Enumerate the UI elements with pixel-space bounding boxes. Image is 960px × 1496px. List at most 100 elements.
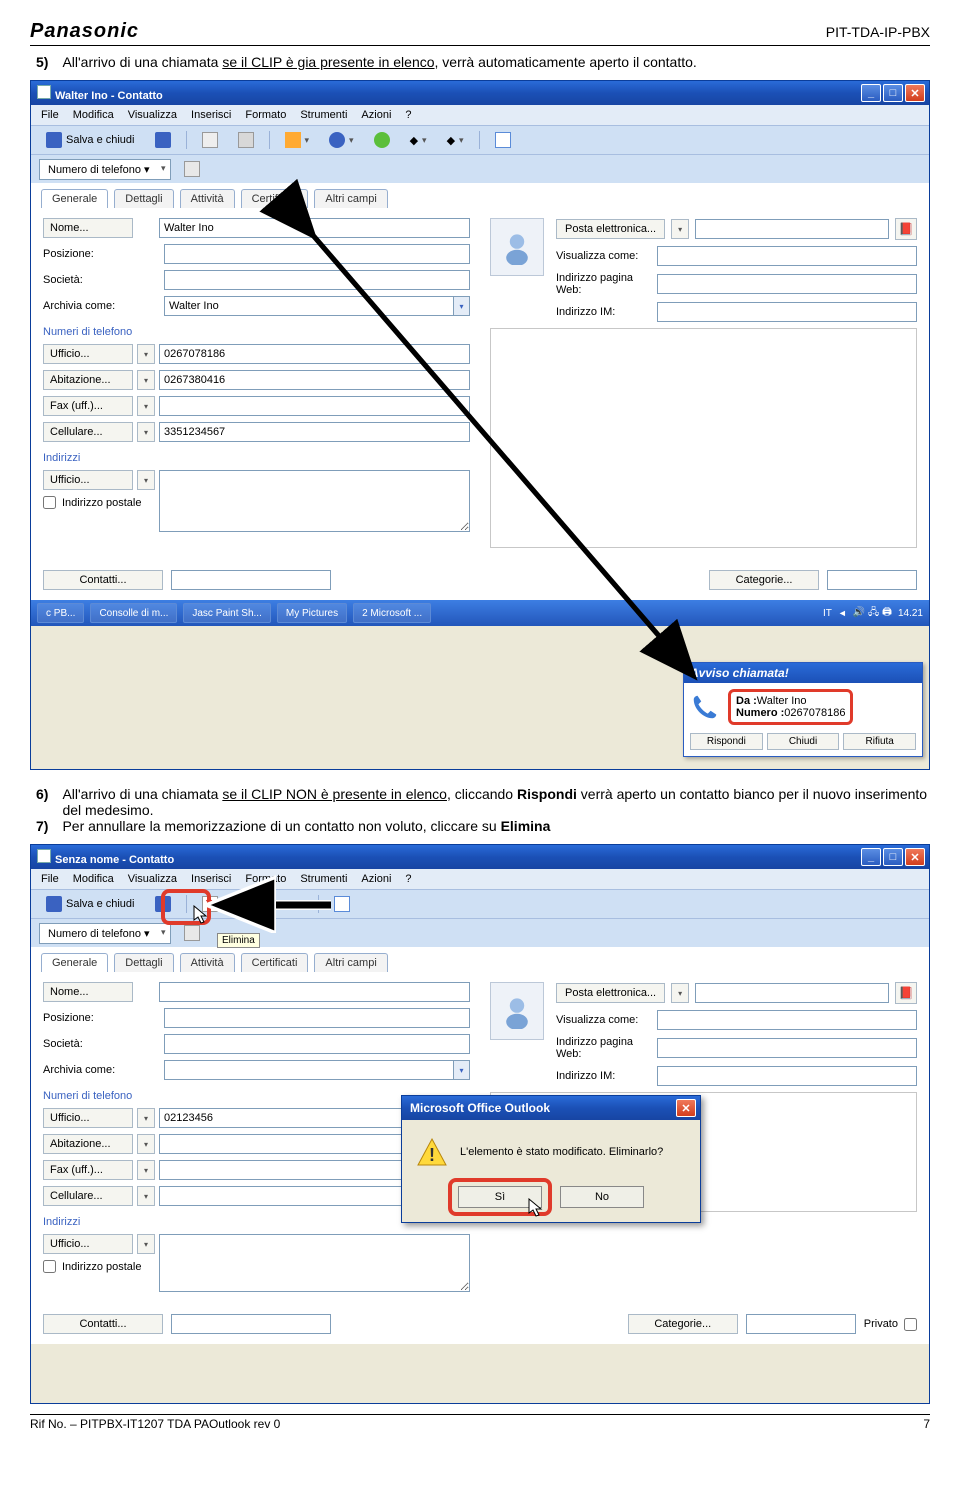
- mobile-input[interactable]: [159, 422, 470, 442]
- email-input[interactable]: [695, 983, 889, 1003]
- postal-checkbox[interactable]: Indirizzo postale: [43, 1260, 155, 1273]
- office-dd[interactable]: ▾: [137, 344, 155, 364]
- menu-edit[interactable]: Modifica: [73, 109, 114, 121]
- tab-other[interactable]: Altri campi: [314, 953, 387, 972]
- tab-general[interactable]: Generale: [41, 189, 108, 208]
- maximize-button[interactable]: □: [883, 84, 903, 102]
- maximize-button[interactable]: □: [883, 848, 903, 866]
- office-phone-input[interactable]: [159, 344, 470, 364]
- mobile-dd[interactable]: ▾: [137, 422, 155, 442]
- office-phone-button[interactable]: Ufficio...: [43, 344, 133, 364]
- phone-combo[interactable]: Numero di telefono ▾: [39, 159, 171, 180]
- tab-cert[interactable]: Certificati: [241, 953, 309, 972]
- answer-button[interactable]: Rispondi: [690, 733, 763, 750]
- contacts-input[interactable]: [171, 570, 331, 590]
- close-popup-button[interactable]: Chiudi: [767, 733, 840, 750]
- home-phone-button[interactable]: Abitazione...: [43, 1134, 133, 1154]
- close-button[interactable]: ✕: [905, 84, 925, 102]
- tab-details[interactable]: Dettagli: [114, 189, 173, 208]
- menu-tools[interactable]: Strumenti: [300, 109, 347, 121]
- company-input[interactable]: [164, 1034, 470, 1054]
- menu-help[interactable]: ?: [405, 109, 411, 121]
- menu-help[interactable]: ?: [405, 873, 411, 885]
- tab-activity[interactable]: Attività: [180, 953, 235, 972]
- categories-input[interactable]: [746, 1314, 856, 1334]
- fax-button[interactable]: Fax (uff.)...: [43, 396, 133, 416]
- fax-input[interactable]: [159, 396, 470, 416]
- no-button[interactable]: No: [560, 1186, 644, 1208]
- task-2[interactable]: Consolle di m...: [90, 603, 177, 623]
- up-button[interactable]: [177, 158, 207, 180]
- menu-view[interactable]: Visualizza: [128, 109, 177, 121]
- next-button[interactable]: ◆: [440, 131, 471, 150]
- tab-activity[interactable]: Attività: [180, 189, 235, 208]
- lang-indicator[interactable]: IT: [823, 608, 832, 619]
- address-text[interactable]: [159, 1234, 470, 1292]
- home-dd[interactable]: ▾: [137, 370, 155, 390]
- email-button[interactable]: Posta elettronica...: [556, 219, 665, 239]
- addressbook-button[interactable]: 📕: [895, 218, 917, 240]
- postal-checkbox[interactable]: Indirizzo postale: [43, 496, 155, 509]
- name-input[interactable]: [159, 218, 470, 238]
- name-button[interactable]: Nome...: [43, 982, 133, 1002]
- categories-button[interactable]: Categorie...: [628, 1314, 738, 1334]
- task-5[interactable]: 2 Microsoft ...: [353, 603, 431, 623]
- office-addr-button[interactable]: Ufficio...: [43, 1234, 133, 1254]
- web-input[interactable]: [657, 274, 917, 294]
- contacts-input[interactable]: [171, 1314, 331, 1334]
- menu-format[interactable]: Formato: [245, 873, 286, 885]
- reject-button[interactable]: Rifiuta: [843, 733, 916, 750]
- phone-combo[interactable]: Numero di telefono ▾: [39, 923, 171, 944]
- menu-edit[interactable]: Modifica: [73, 873, 114, 885]
- position-input[interactable]: [164, 244, 470, 264]
- displayas-input[interactable]: [657, 1010, 917, 1030]
- tab-other[interactable]: Altri campi: [314, 189, 387, 208]
- home-phone-input[interactable]: [159, 370, 470, 390]
- office-addr-dd[interactable]: ▾: [137, 470, 155, 490]
- print-button[interactable]: [195, 129, 225, 151]
- fax-dd[interactable]: ▾: [137, 396, 155, 416]
- private-checkbox[interactable]: Privato: [864, 1318, 917, 1331]
- home-phone-button[interactable]: Abitazione...: [43, 370, 133, 390]
- save-close-button[interactable]: Salva e chiudi: [39, 893, 142, 915]
- menu-file[interactable]: File: [41, 109, 59, 121]
- im-input[interactable]: [657, 302, 917, 322]
- addressbook-button[interactable]: 📕: [895, 982, 917, 1004]
- fileas-dropdown[interactable]: ▾: [454, 1060, 470, 1080]
- contacts-button[interactable]: Contatti...: [43, 570, 163, 590]
- menu-actions[interactable]: Azioni: [361, 873, 391, 885]
- fileas-input[interactable]: [164, 296, 454, 316]
- web-input[interactable]: [657, 1038, 917, 1058]
- index-button[interactable]: [488, 129, 518, 151]
- email-input[interactable]: [695, 219, 889, 239]
- contacts-button[interactable]: Contatti...: [43, 1314, 163, 1334]
- menu-tools[interactable]: Strumenti: [300, 873, 347, 885]
- mobile-button[interactable]: Cellulare...: [43, 422, 133, 442]
- name-input[interactable]: [159, 982, 470, 1002]
- tab-details[interactable]: Dettagli: [114, 953, 173, 972]
- name-button[interactable]: Nome...: [43, 218, 133, 238]
- address-text[interactable]: [159, 470, 470, 532]
- menu-insert[interactable]: Inserisci: [191, 873, 231, 885]
- notes-text[interactable]: [490, 328, 917, 548]
- email-button[interactable]: Posta elettronica...: [556, 983, 665, 1003]
- im-input[interactable]: [657, 1066, 917, 1086]
- categories-input[interactable]: [827, 570, 917, 590]
- prev-button[interactable]: ◆: [403, 131, 434, 150]
- nav2-button[interactable]: ◆: [279, 895, 310, 914]
- close-button[interactable]: ✕: [905, 848, 925, 866]
- tab-cert[interactable]: Certificati: [241, 189, 309, 208]
- save-close-button[interactable]: Salva e chiudi: [39, 129, 142, 151]
- position-input[interactable]: [164, 1008, 470, 1028]
- company-input[interactable]: [164, 270, 470, 290]
- menu-view[interactable]: Visualizza: [128, 873, 177, 885]
- fileas-input[interactable]: [164, 1060, 454, 1080]
- nav-button[interactable]: [322, 129, 361, 151]
- minimize-button[interactable]: _: [861, 848, 881, 866]
- save-button[interactable]: [148, 129, 178, 151]
- fax-button[interactable]: Fax (uff.)...: [43, 1160, 133, 1180]
- office-phone-button[interactable]: Ufficio...: [43, 1108, 133, 1128]
- menu-actions[interactable]: Azioni: [361, 109, 391, 121]
- up-button[interactable]: [177, 922, 207, 944]
- email-dd[interactable]: ▾: [671, 219, 689, 239]
